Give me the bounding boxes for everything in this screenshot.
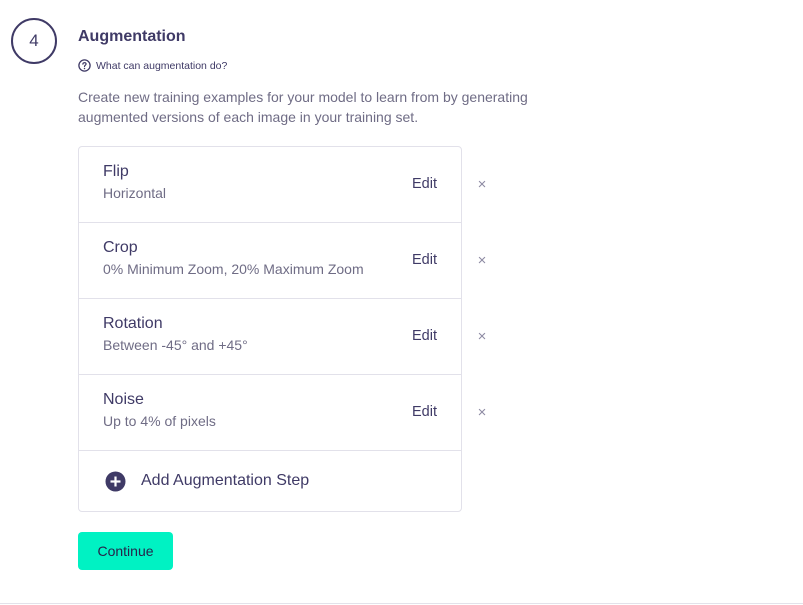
augmentation-list: Flip Horizontal Edit Crop 0% Minimum Zoo… [78,146,462,512]
augmentation-row-rotation: Rotation Between -45° and +45° Edit [79,299,461,375]
add-augmentation-step-label: Add Augmentation Step [141,472,310,489]
augmentation-detail: Horizontal [103,185,167,201]
continue-button[interactable]: Continue [78,532,173,570]
augmentation-row-noise: Noise Up to 4% of pixels Edit [79,375,461,451]
help-link-label: What can augmentation do? [96,59,228,72]
help-link[interactable]: What can augmentation do? [78,59,227,72]
remove-rotation-button[interactable]: × [476,329,488,344]
augmentation-detail: Up to 4% of pixels [103,413,216,429]
step-number: 4 [29,31,39,50]
augmentation-row-flip: Flip Horizontal Edit [79,147,461,223]
edit-button[interactable]: Edit [412,328,437,344]
augmentation-row-crop: Crop 0% Minimum Zoom, 20% Maximum Zoom E… [79,223,461,299]
augmentation-name: Flip [103,163,129,180]
add-augmentation-step-button[interactable]: Add Augmentation Step [79,451,461,511]
plus-circle-icon [105,471,126,492]
section-divider [0,603,803,604]
section-title: Augmentation [78,28,186,45]
edit-button[interactable]: Edit [412,404,437,420]
edit-button[interactable]: Edit [412,252,437,268]
augmentation-detail: Between -45° and +45° [103,337,248,353]
step-number-badge: 4 [11,18,57,64]
augmentation-name: Crop [103,239,138,256]
question-circle-icon [78,59,91,72]
remove-noise-button[interactable]: × [476,405,488,420]
edit-button[interactable]: Edit [412,176,437,192]
remove-crop-button[interactable]: × [476,253,488,268]
augmentation-name: Rotation [103,315,163,332]
augmentation-name: Noise [103,391,144,408]
augmentation-detail: 0% Minimum Zoom, 20% Maximum Zoom [103,261,364,277]
remove-flip-button[interactable]: × [476,177,488,192]
section-description: Create new training examples for your mo… [78,89,528,125]
